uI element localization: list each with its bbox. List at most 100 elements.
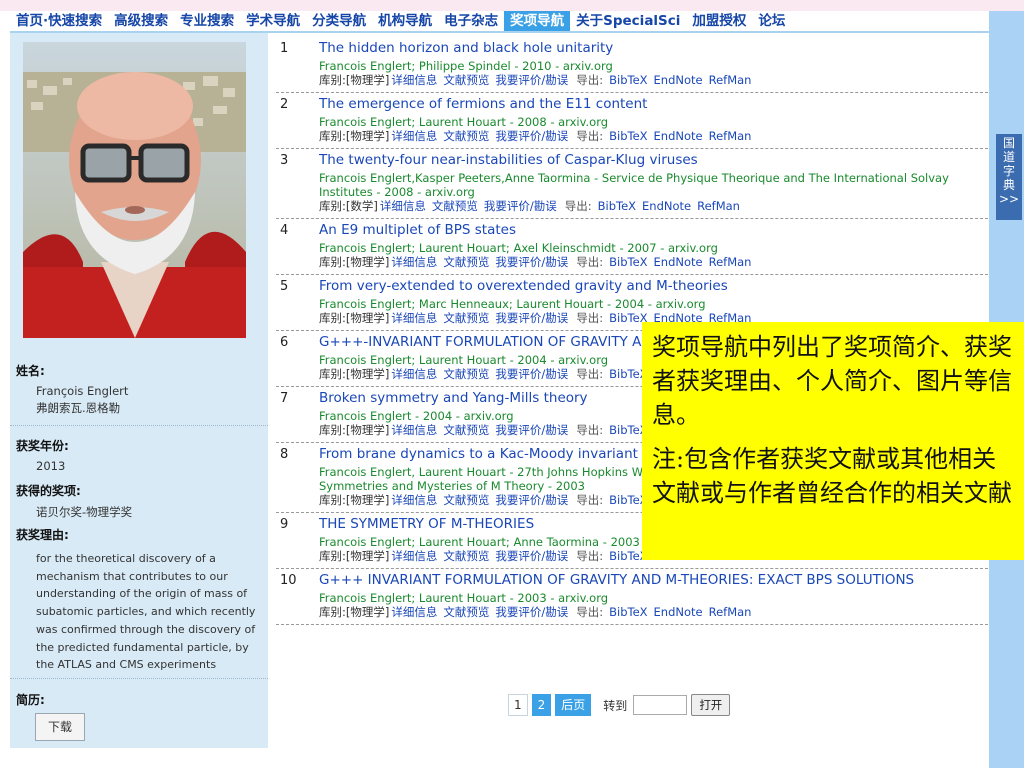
refman-link[interactable]: RefMan xyxy=(697,199,740,213)
nav-item[interactable]: 专业搜索 xyxy=(174,11,240,31)
detail-link[interactable]: 详细信息 xyxy=(391,605,437,619)
preview-link[interactable]: 文献预览 xyxy=(443,73,489,87)
endnote-link[interactable]: EndNote xyxy=(642,199,691,213)
nav-item[interactable]: 高级搜索 xyxy=(108,11,174,31)
result-authors: Francois Englert; Laurent Houart - 2003 … xyxy=(319,591,609,605)
review-link[interactable]: 我要评价/勘误 xyxy=(495,549,568,563)
result-title-link[interactable]: The hidden horizon and black hole unitar… xyxy=(319,40,988,57)
result-number: 8 xyxy=(280,447,289,462)
result-body: The emergence of fermions and the E11 co… xyxy=(319,96,988,144)
preview-link[interactable]: 文献预览 xyxy=(443,549,489,563)
result-title-link[interactable]: From very-extended to overextended gravi… xyxy=(319,278,988,295)
detail-link[interactable]: 详细信息 xyxy=(391,255,437,269)
bibtex-link[interactable]: BibTeX xyxy=(609,605,647,619)
laureate-portrait-image xyxy=(23,42,246,338)
endnote-link[interactable]: EndNote xyxy=(654,73,703,87)
review-link[interactable]: 我要评价/勘误 xyxy=(495,367,568,381)
preview-link[interactable]: 文献预览 xyxy=(443,493,489,507)
review-link[interactable]: 我要评价/勘误 xyxy=(495,129,568,143)
result-authors: Francois Englert; Laurent Houart - 2008 … xyxy=(319,115,609,129)
bibtex-link[interactable]: BibTeX xyxy=(609,129,647,143)
goto-page-input[interactable] xyxy=(633,695,688,715)
endnote-link[interactable]: EndNote xyxy=(654,255,703,269)
review-link[interactable]: 我要评价/勘误 xyxy=(495,423,568,437)
open-page-button[interactable]: 打开 xyxy=(691,694,731,716)
bibtex-link[interactable]: BibTeX xyxy=(609,73,647,87)
review-link[interactable]: 我要评价/勘误 xyxy=(495,493,568,507)
result-title-link[interactable]: The emergence of fermions and the E11 co… xyxy=(319,96,988,113)
nav-item[interactable]: 学术导航 xyxy=(240,11,306,31)
export-label: 导出: xyxy=(576,367,604,381)
detail-link[interactable]: 详细信息 xyxy=(391,549,437,563)
result-body: From very-extended to overextended gravi… xyxy=(319,278,988,326)
result-title-link[interactable]: The twenty-four near-instabilities of Ca… xyxy=(319,152,988,169)
export-label: 导出: xyxy=(576,493,604,507)
preview-link[interactable]: 文献预览 xyxy=(443,311,489,325)
preview-link[interactable]: 文献预览 xyxy=(432,199,478,213)
refman-link[interactable]: RefMan xyxy=(709,605,752,619)
preview-link[interactable]: 文献预览 xyxy=(443,129,489,143)
endnote-link[interactable]: EndNote xyxy=(654,605,703,619)
award-name-value: 诺贝尔奖-物理学奖 xyxy=(36,505,133,519)
detail-link[interactable]: 详细信息 xyxy=(391,493,437,507)
result-number: 7 xyxy=(280,391,289,406)
review-link[interactable]: 我要评价/勘误 xyxy=(495,605,568,619)
category-prefix: 库别: xyxy=(319,129,346,143)
preview-link[interactable]: 文献预览 xyxy=(443,367,489,381)
dictionary-tab[interactable]: 国道字典 >> xyxy=(996,134,1022,220)
preview-link[interactable]: 文献预览 xyxy=(443,605,489,619)
award-name-label: 获得的奖项: xyxy=(16,484,81,498)
refman-link[interactable]: RefMan xyxy=(709,73,752,87)
bibtex-link[interactable]: BibTeX xyxy=(598,199,636,213)
detail-link[interactable]: 详细信息 xyxy=(380,199,426,213)
refman-link[interactable]: RefMan xyxy=(709,255,752,269)
detail-link[interactable]: 详细信息 xyxy=(391,129,437,143)
result-meta: 库别:[数学] 详细信息 文献预览 我要评价/勘误 导出: BibTeX EndNote Re… xyxy=(319,199,988,214)
nav-item[interactable]: 电子杂志 xyxy=(438,11,504,31)
review-link[interactable]: 我要评价/勘误 xyxy=(495,311,568,325)
name-en: François Englert xyxy=(36,384,129,398)
result-title-link[interactable]: G+++ INVARIANT FORMULATION OF GRAVITY AN… xyxy=(319,572,988,589)
nav-item[interactable]: 分类导航 xyxy=(306,11,372,31)
next-page-link[interactable]: 后页 xyxy=(555,694,592,716)
result-entry: 2 The emergence of fermions and the E11 c… xyxy=(276,93,988,149)
laureate-photo xyxy=(23,42,246,338)
detail-link[interactable]: 详细信息 xyxy=(391,73,437,87)
result-body: G+++ INVARIANT FORMULATION OF GRAVITY AN… xyxy=(319,572,988,620)
category-value: [数学] xyxy=(345,199,378,213)
name-zh: 弗朗索瓦.恩格勒 xyxy=(36,401,121,415)
nav-item[interactable]: 机构导航 xyxy=(372,11,438,31)
award-year-value: 2013 xyxy=(36,459,66,473)
result-meta: 库别:[物理学]详细信息文献预览我要评价/勘误导出: BibTeX EndNote R… xyxy=(319,129,988,144)
nav-item[interactable]: 关于SpecialSci xyxy=(570,11,686,31)
result-number: 9 xyxy=(280,517,289,532)
nav-item[interactable]: 奖项导航 xyxy=(504,11,571,31)
review-link[interactable]: 我要评价/勘误 xyxy=(495,255,568,269)
result-authors: Francois Englert; Philippe Spindel - 201… xyxy=(319,59,613,73)
result-number: 1 xyxy=(280,41,289,56)
endnote-link[interactable]: EndNote xyxy=(654,129,703,143)
detail-link[interactable]: 详细信息 xyxy=(391,367,437,381)
refman-link[interactable]: RefMan xyxy=(709,129,752,143)
result-authors: Francois Englert,Kasper Peeters,Anne Tao… xyxy=(319,171,949,199)
page-link[interactable]: 2 xyxy=(531,694,552,716)
detail-link[interactable]: 详细信息 xyxy=(391,311,437,325)
review-link[interactable]: 我要评价/勘误 xyxy=(484,199,557,213)
category-value: [物理学] xyxy=(345,423,390,437)
bibtex-link[interactable]: BibTeX xyxy=(609,255,647,269)
preview-link[interactable]: 文献预览 xyxy=(443,423,489,437)
preview-link[interactable]: 文献预览 xyxy=(443,255,489,269)
review-link[interactable]: 我要评价/勘误 xyxy=(495,73,568,87)
result-number: 3 xyxy=(280,153,289,168)
detail-link[interactable]: 详细信息 xyxy=(391,423,437,437)
nav-item[interactable]: 论坛 xyxy=(752,11,791,31)
result-title-link[interactable]: An E9 multiplet of BPS states xyxy=(319,222,988,239)
result-authors: Francois Englert; Laurent Houart; Axel K… xyxy=(319,241,718,255)
name-label: 姓名: xyxy=(16,364,45,378)
nav-item[interactable]: 加盟授权 xyxy=(686,11,752,31)
result-number: 2 xyxy=(280,97,289,112)
page-link[interactable]: 1 xyxy=(508,694,528,716)
category-value: [物理学] xyxy=(345,549,390,563)
download-button[interactable]: 下载 xyxy=(35,713,85,741)
nav-item[interactable]: 首页·快速搜索 xyxy=(10,11,108,31)
